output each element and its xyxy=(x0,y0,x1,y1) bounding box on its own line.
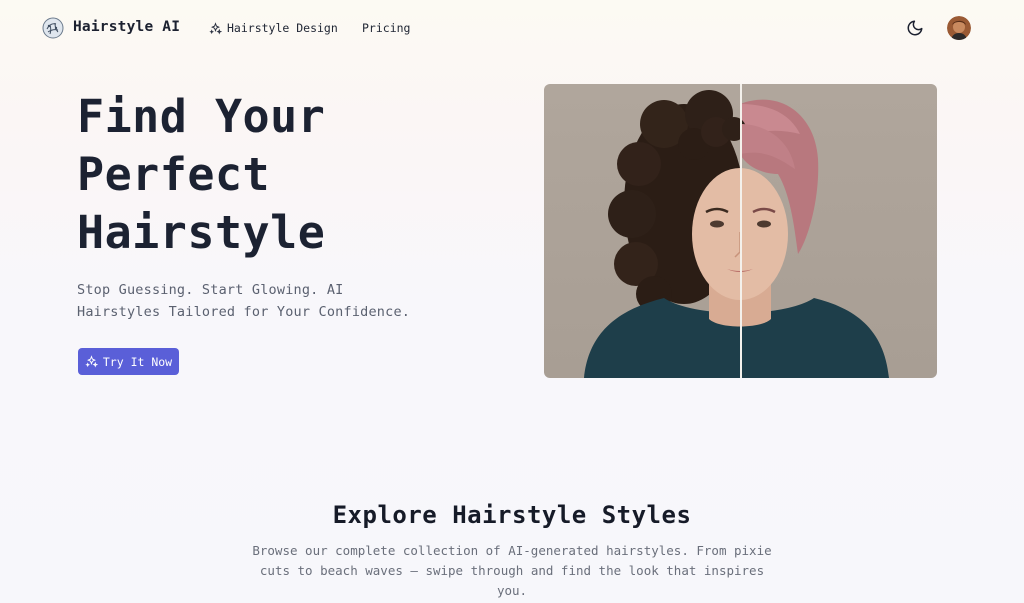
hero-subtitle: Stop Guessing. Start Glowing. AI Hairsty… xyxy=(77,282,411,320)
nav-link-label: Hairstyle Design xyxy=(227,21,338,35)
try-it-now-button[interactable]: Try It Now xyxy=(78,348,179,375)
top-nav: Hairstyle AI Hairstyle Design Pricing xyxy=(0,0,1024,58)
theme-toggle-button[interactable] xyxy=(905,18,925,38)
sparkles-icon xyxy=(85,355,98,368)
nav-link-pricing[interactable]: Pricing xyxy=(362,21,410,35)
user-avatar[interactable] xyxy=(947,16,971,40)
explore-section-title: Explore Hairstyle Styles xyxy=(332,501,692,529)
sparkles-icon xyxy=(209,21,222,34)
cta-label: Try It Now xyxy=(102,354,173,369)
explore-section-description: Browse our complete collection of AI-gen… xyxy=(252,543,772,598)
brain-logo-icon[interactable] xyxy=(41,16,65,40)
hairstyle-comparison-image[interactable] xyxy=(544,84,937,378)
brand-name[interactable]: Hairstyle AI xyxy=(73,19,180,35)
hero-title: Find Your Perfect Hairstyle xyxy=(77,90,326,259)
moon-icon xyxy=(907,20,923,36)
nav-link-label: Pricing xyxy=(362,21,411,35)
nav-link-hairstyle-design[interactable]: Hairstyle Design xyxy=(209,21,338,35)
comparison-divider-handle[interactable] xyxy=(740,84,742,378)
